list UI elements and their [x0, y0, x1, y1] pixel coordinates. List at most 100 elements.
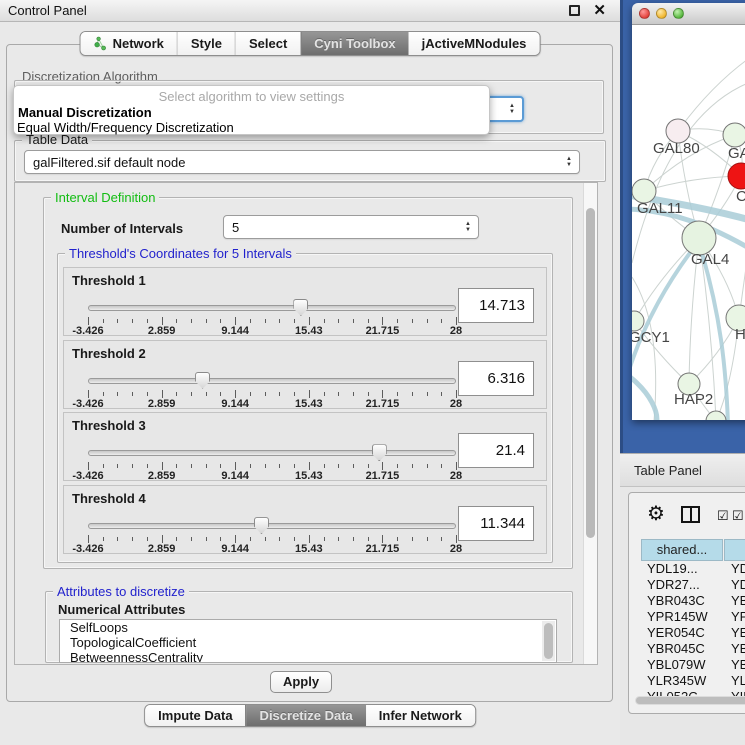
slider-thumb[interactable] [254, 517, 269, 534]
network-node-gcy1[interactable] [632, 311, 644, 331]
slider-track[interactable] [88, 378, 456, 384]
node-label: HAP2 [674, 391, 713, 408]
network-window-titlebar [632, 3, 745, 25]
network-node-gal4[interactable] [682, 221, 716, 255]
cell-name[interactable]: YLR3 [731, 673, 745, 689]
table-panel-title: Table Panel [634, 463, 702, 478]
cell-name[interactable]: YBR0 [731, 593, 745, 609]
cell-name[interactable]: YBL0 [731, 657, 745, 673]
slider-thumb[interactable] [372, 444, 387, 461]
slider-tick-labels: -3.4262.8599.14415.4321.71528 [88, 470, 456, 482]
cell-name[interactable]: YER0 [731, 625, 745, 641]
dropdown-option-equal-width[interactable]: Equal Width/Frequency Discretization [17, 120, 234, 135]
table-row[interactable]: YPR145W YPR1 [629, 609, 745, 625]
interval-definition-label: Interval Definition [51, 190, 159, 205]
table-row[interactable]: YBR043C YBR0 [629, 593, 745, 609]
network-icon [94, 36, 108, 51]
tab-discretize-data[interactable]: Discretize Data [246, 705, 366, 726]
panel-title: Control Panel [8, 3, 87, 18]
split-columns-icon[interactable] [681, 506, 700, 523]
cell-shared-name[interactable]: YPR145W [647, 609, 708, 625]
tab-select[interactable]: Select [235, 32, 300, 55]
cell-name[interactable]: YDL1 [731, 561, 745, 577]
slider-track[interactable] [88, 450, 456, 456]
cell-shared-name[interactable]: YLR345W [647, 673, 706, 689]
checkbox-icon[interactable]: ☑ [732, 508, 744, 524]
close-icon[interactable]: ✕ [593, 1, 606, 19]
node-label: GAL11 [637, 200, 683, 217]
table-row[interactable]: YER054C YER0 [629, 625, 745, 641]
number-of-intervals-label: Number of Intervals [61, 221, 183, 236]
apply-button[interactable]: Apply [270, 671, 332, 693]
threshold-value-field[interactable] [458, 288, 534, 323]
cell-name[interactable]: YBR0 [731, 641, 745, 657]
table-rows: YDL19...YDL1YDR27...YDR2YBR043CYBR0YPR14… [629, 561, 745, 699]
tab-style[interactable]: Style [177, 32, 235, 55]
column-header-shared-name[interactable]: shared... [641, 539, 723, 561]
number-of-intervals-combo[interactable]: 5 ▲▼ [223, 215, 479, 239]
minimize-traffic-light-icon[interactable] [656, 8, 667, 19]
cell-shared-name[interactable]: YDL19... [647, 561, 698, 577]
slider-thumb[interactable] [293, 299, 308, 316]
table-row[interactable]: YDL19... YDL1 [629, 561, 745, 577]
threshold-slider[interactable]: -3.4262.8599.14415.4321.71528 [88, 447, 456, 479]
threshold-value-field[interactable] [458, 361, 534, 396]
attribute-list-item[interactable]: TopologicalCoefficient [60, 635, 556, 650]
attribute-list-item[interactable]: SelfLoops [60, 620, 556, 635]
cell-name[interactable]: YDR2 [731, 577, 745, 593]
gear-icon[interactable]: ⚙ [647, 501, 665, 526]
thresholds-group-label: Threshold's Coordinates for 5 Intervals [65, 246, 296, 261]
tab-impute-data[interactable]: Impute Data [145, 705, 245, 726]
table-row[interactable]: YLR345W YLR3 [629, 673, 745, 689]
close-traffic-light-icon[interactable] [639, 8, 650, 19]
numerical-attributes-list[interactable]: SelfLoopsTopologicalCoefficientBetweenne… [59, 619, 557, 663]
threshold-row: Threshold 2 -3.4262.8599.14415.4321.7152… [63, 340, 547, 409]
table-panel: ⚙ ☑ ☑ shared... na YDL19...YDL1YDR27...Y… [628, 492, 745, 714]
table-toolbar: ⚙ ☑ ☑ [629, 493, 745, 537]
table-row[interactable]: YDR27... YDR2 [629, 577, 745, 593]
cell-shared-name[interactable]: YBR045C [647, 641, 705, 657]
tab-label: Network [113, 36, 164, 51]
cell-name[interactable]: YPR1 [731, 609, 745, 625]
threshold-row: Threshold 3 -3.4262.8599.14415.4321.7152… [63, 412, 547, 481]
slider-track[interactable] [88, 523, 456, 529]
network-edge[interactable] [678, 59, 745, 131]
checkbox-icon[interactable]: ☑ [717, 508, 729, 524]
cell-shared-name[interactable]: YDR27... [647, 577, 700, 593]
network-graph: GAL80GACGAL11GAL4GCY1HHAP2 [632, 25, 745, 420]
attribute-list-item[interactable]: BetweennessCentrality [60, 650, 556, 663]
threshold-slider[interactable]: -3.4262.8599.14415.4321.71528 [88, 520, 456, 552]
threshold-slider[interactable]: -3.4262.8599.14415.4321.71528 [88, 302, 456, 334]
scrollbar-thumb[interactable] [636, 697, 745, 704]
dropdown-option-manual[interactable]: Manual Discretization [18, 105, 152, 120]
attributes-scrollbar [542, 621, 555, 661]
scrollbar-thumb[interactable] [544, 623, 553, 659]
threshold-label: Threshold 3 [72, 418, 146, 433]
tab-network[interactable]: Network [81, 32, 177, 55]
table-row[interactable]: YBR045C YBR0 [629, 641, 745, 657]
tab-label: Style [191, 36, 222, 51]
table-row[interactable]: YBL079W YBL0 [629, 657, 745, 673]
threshold-value-field[interactable] [458, 506, 534, 541]
slider-track[interactable] [88, 305, 456, 311]
network-node-ga[interactable] [723, 123, 745, 147]
right-side-panels: GAL80GACGAL11GAL4GCY1HHAP2 Table Panel ⚙… [620, 0, 745, 745]
network-edge-highlighted[interactable] [632, 377, 657, 420]
slider-thumb[interactable] [195, 372, 210, 389]
tab-jactivemnodules[interactable]: jActiveMNodules [409, 32, 540, 55]
network-edge-highlighted[interactable] [632, 241, 699, 367]
scrollbar-thumb[interactable] [586, 208, 595, 538]
column-header-name[interactable]: na [724, 539, 745, 561]
network-canvas[interactable]: GAL80GACGAL11GAL4GCY1HHAP2 [632, 25, 745, 420]
tab-infer-network[interactable]: Infer Network [366, 705, 475, 726]
network-node-c[interactable] [728, 163, 745, 189]
cell-shared-name[interactable]: YBR043C [647, 593, 705, 609]
cell-shared-name[interactable]: YBL079W [647, 657, 706, 673]
float-window-icon[interactable] [569, 5, 580, 16]
tab-cyni-toolbox[interactable]: Cyni Toolbox [300, 32, 408, 55]
cell-shared-name[interactable]: YER054C [647, 625, 705, 641]
zoom-traffic-light-icon[interactable] [673, 8, 684, 19]
table-data-combo[interactable]: galFiltered.sif default node ▲▼ [24, 150, 580, 174]
threshold-slider[interactable]: -3.4262.8599.14415.4321.71528 [88, 375, 456, 407]
threshold-value-field[interactable] [458, 433, 534, 468]
